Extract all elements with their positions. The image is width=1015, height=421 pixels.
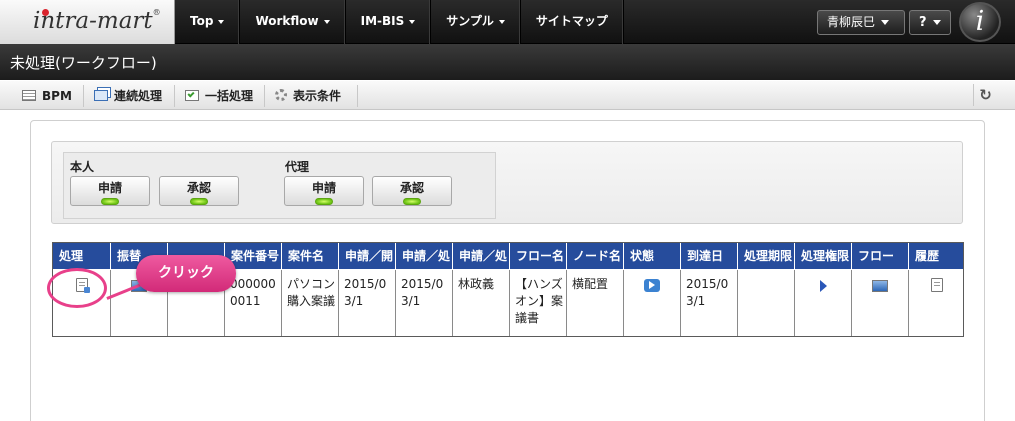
col-flow-name[interactable]: フロー名 bbox=[510, 243, 567, 269]
col-status[interactable]: 状態 bbox=[624, 243, 681, 269]
bpm-icon bbox=[22, 90, 36, 101]
matter-name-cell: パソコン購入案議 bbox=[282, 270, 339, 336]
history-cell bbox=[909, 270, 964, 336]
nav-sample-label: サンプル bbox=[446, 14, 494, 28]
flow-image-icon[interactable] bbox=[872, 280, 888, 292]
chevron-down-icon bbox=[218, 19, 225, 24]
col-arrival-date[interactable]: 到達日 bbox=[681, 243, 738, 269]
proxy-approve-label: 承認 bbox=[399, 181, 424, 195]
global-nav: Top Workflow IM-BIS サンプル サイトマップ bbox=[175, 0, 624, 44]
authority-cell bbox=[795, 270, 852, 336]
status-led-icon bbox=[315, 198, 333, 205]
arrival-date-cell: 2015/03/1 bbox=[681, 270, 738, 336]
nav-sample[interactable]: サンプル bbox=[431, 0, 521, 44]
refresh-button[interactable]: ↻ bbox=[973, 84, 997, 106]
chevron-down-icon bbox=[498, 19, 505, 24]
checklist-icon bbox=[185, 90, 199, 101]
nav-workflow[interactable]: Workflow bbox=[240, 0, 346, 44]
col-authority[interactable]: 処理権限 bbox=[795, 243, 852, 269]
col-flow[interactable]: フロー bbox=[852, 243, 909, 269]
intra-mart-badge-icon[interactable]: i bbox=[959, 2, 1001, 42]
bulk-label: 一括処理 bbox=[205, 89, 254, 103]
logo-text: intra-mart bbox=[33, 8, 153, 34]
user-menu-button[interactable]: 青柳辰巳 bbox=[817, 10, 905, 35]
deadline-cell bbox=[738, 270, 795, 336]
nav-top-label: Top bbox=[190, 14, 214, 28]
chevron-down-icon bbox=[881, 20, 890, 25]
col-applied-date[interactable]: 申請／開 bbox=[339, 243, 396, 269]
click-highlight-ring bbox=[47, 268, 107, 308]
col-node-name[interactable]: ノード名 bbox=[567, 243, 624, 269]
flow-cell bbox=[852, 270, 909, 336]
status-cell bbox=[624, 270, 681, 336]
applied-date-cell: 2015/03/1 bbox=[339, 270, 396, 336]
proxy-apply-button[interactable]: 申請 bbox=[284, 176, 364, 206]
proxy-group-label: 代理 bbox=[285, 160, 310, 174]
nav-im-bis[interactable]: IM-BIS bbox=[346, 0, 432, 44]
display-conditions-label: 表示条件 bbox=[293, 89, 342, 103]
self-apply-button[interactable]: 申請 bbox=[70, 176, 150, 206]
sequential-label: 連続処理 bbox=[114, 89, 163, 103]
nav-top[interactable]: Top bbox=[175, 0, 241, 44]
chevron-down-icon bbox=[409, 19, 416, 24]
proxy-apply-label: 申請 bbox=[311, 181, 336, 195]
bulk-process-button[interactable]: 一括処理 bbox=[175, 85, 265, 107]
bpm-button[interactable]: BPM bbox=[12, 85, 84, 107]
self-approve-button[interactable]: 承認 bbox=[159, 176, 239, 206]
page-title: 未処理(ワークフロー) bbox=[0, 44, 1015, 80]
gear-icon bbox=[275, 89, 287, 101]
user-name: 青柳辰巳 bbox=[827, 15, 876, 29]
help-menu-button[interactable]: ? bbox=[909, 10, 951, 35]
help-label: ? bbox=[919, 15, 927, 30]
nav-im-bis-label: IM-BIS bbox=[360, 14, 405, 28]
bpm-label: BPM bbox=[42, 89, 72, 103]
self-approve-label: 承認 bbox=[186, 181, 211, 195]
intra-mart-logo[interactable]: intra-mart® bbox=[0, 0, 175, 44]
self-group-label: 本人 bbox=[70, 160, 95, 174]
display-conditions-button[interactable]: 表示条件 bbox=[265, 85, 358, 107]
status-led-icon bbox=[403, 198, 421, 205]
sequential-process-button[interactable]: 連続処理 bbox=[84, 85, 175, 107]
processed-date-cell: 2015/03/1 bbox=[396, 270, 453, 336]
history-document-icon[interactable] bbox=[930, 278, 943, 292]
col-matter-name[interactable]: 案件名 bbox=[282, 243, 339, 269]
flow-name-cell: 【ハンズオン】案議書 bbox=[510, 270, 567, 336]
self-apply-label: 申請 bbox=[97, 181, 122, 195]
applicant-cell: 林政義 bbox=[453, 270, 510, 336]
col-applicant[interactable]: 申請／処 bbox=[453, 243, 510, 269]
top-header: intra-mart® Top Workflow IM-BIS サンプル サイト… bbox=[0, 0, 1015, 44]
nav-sitemap-label: サイトマップ bbox=[535, 14, 608, 28]
window-stack-icon bbox=[94, 90, 108, 101]
nav-workflow-label: Workflow bbox=[255, 14, 319, 28]
chevron-down-icon bbox=[323, 19, 330, 24]
click-callout: クリック bbox=[136, 255, 236, 292]
status-arrow-icon[interactable] bbox=[644, 279, 660, 292]
chevron-down-icon bbox=[932, 20, 941, 25]
col-processed-date[interactable]: 申請／処 bbox=[396, 243, 453, 269]
status-led-icon bbox=[101, 198, 119, 205]
col-history[interactable]: 履歴 bbox=[909, 243, 964, 269]
status-led-icon bbox=[190, 198, 208, 205]
filter-button-group: 本人 代理 申請 承認 申請 承認 bbox=[63, 152, 496, 219]
refresh-icon: ↻ bbox=[979, 86, 992, 104]
proxy-approve-button[interactable]: 承認 bbox=[372, 176, 452, 206]
nav-sitemap[interactable]: サイトマップ bbox=[521, 0, 624, 44]
play-icon[interactable] bbox=[819, 280, 827, 292]
filter-panel: 本人 代理 申請 承認 申請 承認 bbox=[51, 141, 963, 224]
col-deadline[interactable]: 処理期限 bbox=[738, 243, 795, 269]
logo-dot bbox=[42, 9, 49, 16]
toolbar: BPM 連続処理 一括処理 表示条件 ↻ bbox=[0, 80, 1015, 110]
col-process[interactable]: 処理 bbox=[53, 243, 111, 269]
logo-registered-mark: ® bbox=[152, 8, 161, 17]
node-name-cell: 横配置 bbox=[567, 270, 624, 336]
